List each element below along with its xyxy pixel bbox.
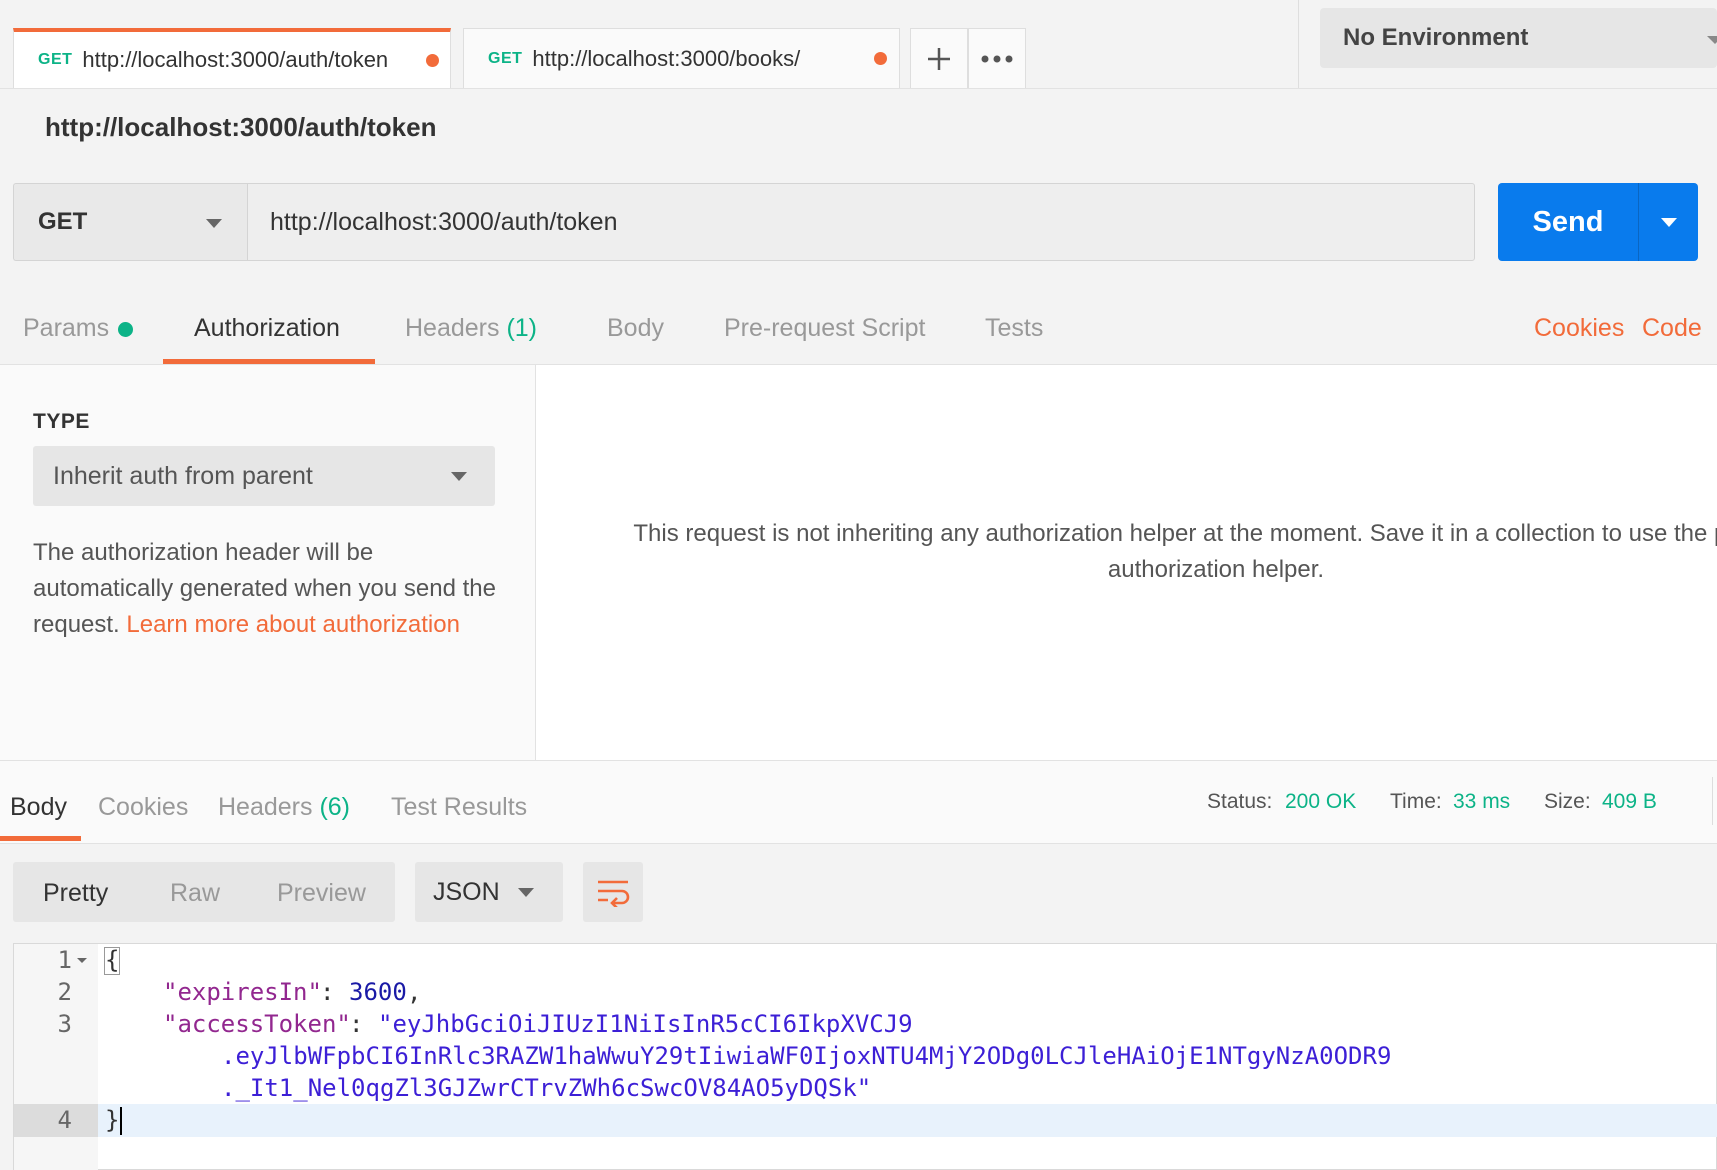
- json-value-expires-in: 3600: [349, 978, 407, 1006]
- method-select[interactable]: GET: [13, 183, 247, 261]
- url-input[interactable]: http://localhost:3000/auth/token: [247, 183, 1475, 261]
- format-value: JSON: [433, 877, 500, 906]
- response-divider: [1712, 777, 1713, 825]
- text-cursor: [120, 1107, 122, 1135]
- json-colon: :: [320, 978, 349, 1006]
- auth-message: This request is not inheriting any autho…: [633, 520, 1717, 583]
- send-options-button[interactable]: [1638, 183, 1698, 261]
- tab-url: http://localhost:3000/books/: [532, 45, 801, 71]
- chevron-down-icon: [1707, 36, 1717, 44]
- line-number: 2: [57, 978, 72, 1006]
- response-tab-test-results[interactable]: Test Results: [391, 793, 527, 822]
- json-open-brace: {: [105, 946, 120, 974]
- auth-type-value: Inherit auth from parent: [53, 461, 313, 490]
- request-title: http://localhost:3000/auth/token: [45, 112, 437, 142]
- response-tab-body[interactable]: Body: [10, 793, 67, 822]
- view-preview[interactable]: Preview: [277, 879, 366, 908]
- chevron-down-icon: [1661, 218, 1677, 227]
- tab-body[interactable]: Body: [607, 314, 664, 343]
- tab-pre-request-script[interactable]: Pre-request Script: [724, 314, 925, 343]
- cookies-link[interactable]: Cookies: [1534, 314, 1624, 343]
- line-number: 4: [57, 1106, 72, 1134]
- line-number: 1: [57, 946, 72, 974]
- tab-params[interactable]: Params: [23, 314, 109, 343]
- unsaved-dot-icon: [426, 54, 439, 67]
- environment-label: No Environment: [1343, 24, 1529, 51]
- response-headers-count: (6): [319, 793, 351, 821]
- json-comma: ,: [407, 978, 422, 1006]
- plus-icon: [928, 47, 950, 70]
- send-button[interactable]: Send: [1498, 183, 1638, 261]
- json-value-access-token-end: ._It1_Nel0qgZl3GJZwrCTrvZWh6cSwcOV84AO5y…: [221, 1074, 872, 1102]
- header-divider: [1298, 0, 1299, 88]
- environment-select[interactable]: No Environment: [1320, 8, 1717, 68]
- status-label: Status:: [1207, 790, 1273, 813]
- view-raw[interactable]: Raw: [170, 879, 220, 908]
- view-pretty[interactable]: Pretty: [43, 879, 108, 908]
- request-tab-books[interactable]: GET http://localhost:3000/books/: [463, 28, 900, 88]
- more-tabs-button[interactable]: [968, 28, 1026, 88]
- line-number: 3: [57, 1010, 72, 1038]
- json-close-brace: }: [105, 1106, 120, 1134]
- learn-more-link[interactable]: Learn more about authorization: [126, 611, 460, 638]
- tab-headers[interactable]: Headers (1): [405, 314, 537, 343]
- format-select[interactable]: JSON: [415, 862, 563, 922]
- size-label: Size:: [1544, 790, 1591, 813]
- auth-description: The authorization header will be automat…: [33, 535, 503, 643]
- tab-authorization[interactable]: Authorization: [194, 314, 340, 343]
- code-link[interactable]: Code: [1642, 314, 1702, 343]
- active-line-highlight: [98, 1104, 1717, 1137]
- chevron-down-icon: [518, 888, 534, 897]
- fold-arrow-icon[interactable]: [76, 957, 88, 965]
- chevron-down-icon: [451, 472, 467, 481]
- tab-headers-label: Headers: [405, 314, 500, 342]
- unsaved-dot-icon: [874, 52, 887, 65]
- ellipsis-icon: [981, 55, 1013, 62]
- json-key-expires-in: "expiresIn": [163, 978, 322, 1006]
- size-value[interactable]: 409 B: [1602, 790, 1657, 814]
- request-tab-auth-token[interactable]: GET http://localhost:3000/auth/token: [13, 28, 451, 88]
- json-value-access-token-cont: .eyJlbWFpbCI6InRlc3RAZW1haWwuY29tIiwiaWF…: [221, 1042, 1392, 1070]
- tab-tests[interactable]: Tests: [985, 314, 1043, 343]
- time-label: Time:: [1390, 790, 1442, 813]
- active-tab-indicator: [163, 359, 375, 364]
- headers-count: (1): [506, 314, 538, 342]
- tab-method: GET: [38, 51, 73, 68]
- tab-url: http://localhost:3000/auth/token: [82, 47, 389, 72]
- status-value[interactable]: 200 OK: [1285, 790, 1356, 814]
- wrap-lines-icon: [598, 880, 630, 907]
- response-tab-headers-label: Headers: [218, 793, 313, 821]
- wrap-lines-button[interactable]: [583, 862, 643, 922]
- method-value: GET: [38, 208, 88, 235]
- response-tab-cookies[interactable]: Cookies: [98, 793, 188, 822]
- tab-method: GET: [488, 49, 523, 67]
- json-colon: :: [349, 1010, 378, 1038]
- time-value[interactable]: 33 ms: [1453, 790, 1510, 814]
- response-tab-headers[interactable]: Headers (6): [218, 793, 350, 822]
- chevron-down-icon: [206, 219, 222, 228]
- active-tab-indicator: [0, 836, 81, 841]
- new-tab-button[interactable]: [910, 28, 968, 88]
- auth-type-select[interactable]: Inherit auth from parent: [33, 446, 495, 506]
- json-key-access-token: "accessToken": [163, 1010, 351, 1038]
- json-value-access-token: "eyJhbGciOiJIUzI1NiIsInR5cCI6IkpXVCJ9: [378, 1010, 913, 1038]
- params-indicator-icon: [118, 322, 133, 337]
- auth-type-label: TYPE: [33, 410, 90, 433]
